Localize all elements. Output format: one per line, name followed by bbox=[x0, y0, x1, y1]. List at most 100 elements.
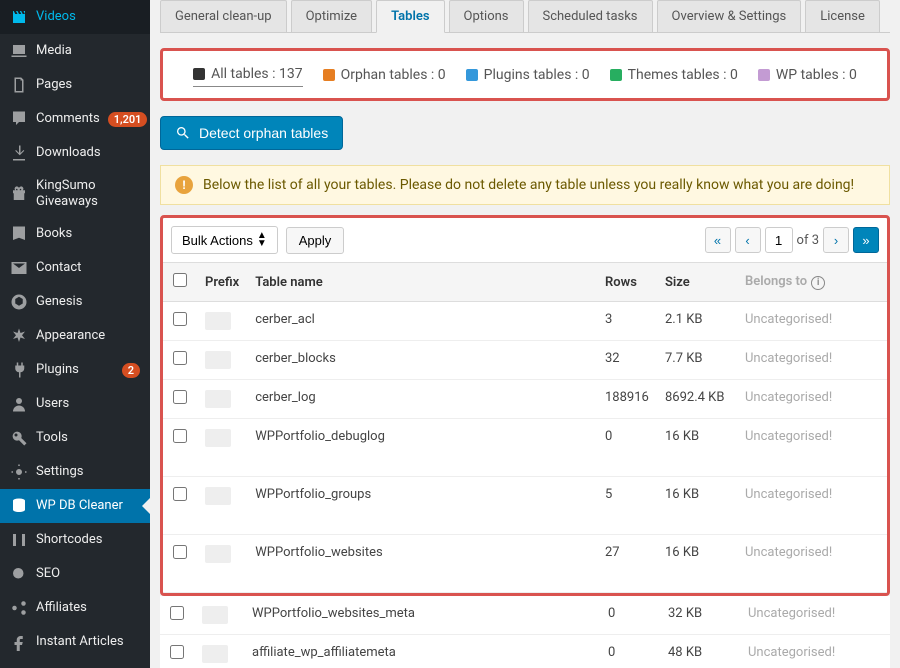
tab-license[interactable]: License bbox=[805, 0, 880, 32]
sidebar-item-label: Instant Articles bbox=[36, 634, 140, 650]
cell-belongs: Uncategorised! bbox=[740, 635, 890, 668]
info-icon[interactable]: i bbox=[811, 276, 825, 290]
select-all-checkbox[interactable] bbox=[173, 273, 187, 287]
table-row: cerber_log1889168692.4 KBUncategorised! bbox=[163, 380, 887, 419]
cell-belongs: Uncategorised! bbox=[737, 302, 887, 341]
cell-size: 16 KB bbox=[657, 477, 737, 535]
header-belongs[interactable]: Belongs toi bbox=[737, 263, 887, 302]
table-row: cerber_acl32.1 KBUncategorised! bbox=[163, 302, 887, 341]
cell-rows: 0 bbox=[597, 419, 657, 477]
count-badge: 2 bbox=[122, 363, 140, 378]
sidebar-item-contact[interactable]: Contact bbox=[0, 251, 150, 285]
sidebar-item-instant-articles[interactable]: Instant Articles bbox=[0, 625, 150, 659]
cell-name: cerber_acl bbox=[247, 302, 597, 341]
bulk-actions-select[interactable]: Bulk Actions ▲▼ bbox=[171, 226, 278, 254]
pager-page-input[interactable] bbox=[765, 227, 793, 253]
cell-name: WPPortfolio_websites_meta bbox=[244, 596, 600, 635]
pager-prev[interactable]: ‹ bbox=[735, 227, 761, 253]
row-checkbox[interactable] bbox=[170, 645, 184, 659]
media-icon bbox=[10, 42, 28, 60]
tab-overview-settings[interactable]: Overview & Settings bbox=[657, 0, 802, 32]
prefix-masked bbox=[205, 487, 231, 505]
seo-icon bbox=[10, 565, 28, 583]
search-icon bbox=[175, 125, 191, 141]
filter-wp-tables[interactable]: WP tables : 0 bbox=[758, 66, 857, 83]
row-checkbox[interactable] bbox=[173, 390, 187, 404]
pager-first[interactable]: « bbox=[705, 227, 731, 253]
tab-optimize[interactable]: Optimize bbox=[291, 0, 372, 32]
table-toolbar: Bulk Actions ▲▼ Apply « ‹ of 3 › » bbox=[163, 218, 887, 263]
tab-tables[interactable]: Tables bbox=[376, 0, 444, 33]
filter-themes-tables[interactable]: Themes tables : 0 bbox=[610, 66, 738, 83]
tab-options[interactable]: Options bbox=[449, 0, 524, 32]
header-size[interactable]: Size bbox=[657, 263, 737, 302]
cell-size: 2.1 KB bbox=[657, 302, 737, 341]
sidebar-item-seo-friendly-images[interactable]: SEO Friendly Images bbox=[0, 659, 150, 668]
shortcode-icon bbox=[10, 531, 28, 549]
users-icon bbox=[10, 395, 28, 413]
pager-last[interactable]: » bbox=[853, 227, 879, 253]
cell-rows: 3 bbox=[597, 302, 657, 341]
book-icon bbox=[10, 225, 28, 243]
sidebar-item-downloads[interactable]: Downloads bbox=[0, 136, 150, 170]
sidebar-item-appearance[interactable]: Appearance bbox=[0, 319, 150, 353]
prefix-masked bbox=[205, 390, 231, 408]
filter-orphan-tables[interactable]: Orphan tables : 0 bbox=[323, 66, 446, 83]
filter-box: All tables : 137 Orphan tables : 0 Plugins… bbox=[160, 48, 890, 101]
row-checkbox[interactable] bbox=[173, 351, 187, 365]
sidebar-item-plugins[interactable]: Plugins2 bbox=[0, 353, 150, 387]
cell-size: 16 KB bbox=[657, 535, 737, 593]
cell-rows: 0 bbox=[600, 635, 660, 668]
sidebar-item-books[interactable]: Books bbox=[0, 217, 150, 251]
color-swatch bbox=[466, 69, 478, 81]
row-checkbox[interactable] bbox=[173, 487, 187, 501]
video-icon bbox=[10, 8, 28, 26]
sidebar-item-seo[interactable]: SEO bbox=[0, 557, 150, 591]
warning-banner: ! Below the list of all your tables. Ple… bbox=[160, 165, 890, 205]
color-swatch bbox=[323, 69, 335, 81]
filter-plugins-tables[interactable]: Plugins tables : 0 bbox=[466, 66, 590, 83]
tabs: General clean-upOptimizeTablesOptionsSch… bbox=[160, 0, 890, 33]
sidebar-item-label: Downloads bbox=[36, 145, 140, 161]
cell-belongs: Uncategorised! bbox=[737, 477, 887, 535]
sidebar-item-tools[interactable]: Tools bbox=[0, 421, 150, 455]
extra-rows: WPPortfolio_websites_meta032 KBUncategor… bbox=[160, 596, 890, 668]
table-row: WPPortfolio_debuglog016 KBUncategorised! bbox=[163, 419, 887, 477]
sidebar-item-media[interactable]: Media bbox=[0, 34, 150, 68]
cell-rows: 32 bbox=[597, 341, 657, 380]
cell-name: WPPortfolio_debuglog bbox=[247, 419, 597, 477]
mail-icon bbox=[10, 259, 28, 277]
row-checkbox[interactable] bbox=[170, 606, 184, 620]
tab-general-clean-up[interactable]: General clean-up bbox=[160, 0, 287, 32]
sidebar-item-label: Media bbox=[36, 43, 140, 59]
sidebar-item-label: Contact bbox=[36, 260, 140, 276]
filter-all-tables[interactable]: All tables : 137 bbox=[193, 66, 302, 87]
header-rows[interactable]: Rows bbox=[597, 263, 657, 302]
tab-scheduled-tasks[interactable]: Scheduled tasks bbox=[528, 0, 653, 32]
header-name[interactable]: Table name bbox=[247, 263, 597, 302]
row-checkbox[interactable] bbox=[173, 545, 187, 559]
gift-icon bbox=[10, 185, 28, 203]
sidebar-item-users[interactable]: Users bbox=[0, 387, 150, 421]
prefix-masked bbox=[205, 429, 231, 447]
sidebar-item-kingsumo-giveaways[interactable]: KingSumo Giveaways bbox=[0, 170, 150, 217]
sidebar-item-label: WP DB Cleaner bbox=[36, 498, 140, 514]
sidebar-item-wp-db-cleaner[interactable]: WP DB Cleaner bbox=[0, 489, 150, 523]
row-checkbox[interactable] bbox=[173, 312, 187, 326]
sidebar-item-genesis[interactable]: Genesis bbox=[0, 285, 150, 319]
sidebar-item-videos[interactable]: Videos bbox=[0, 0, 150, 34]
sidebar-item-affiliates[interactable]: Affiliates bbox=[0, 591, 150, 625]
detect-orphan-button[interactable]: Detect orphan tables bbox=[160, 116, 343, 150]
pager-next[interactable]: › bbox=[823, 227, 849, 253]
sidebar-item-pages[interactable]: Pages bbox=[0, 68, 150, 102]
genesis-icon bbox=[10, 293, 28, 311]
sidebar-item-label: Books bbox=[36, 226, 140, 242]
row-checkbox[interactable] bbox=[173, 429, 187, 443]
apply-button[interactable]: Apply bbox=[286, 227, 345, 254]
sidebar-item-shortcodes[interactable]: Shortcodes bbox=[0, 523, 150, 557]
page-icon bbox=[10, 76, 28, 94]
sidebar-item-settings[interactable]: Settings bbox=[0, 455, 150, 489]
sidebar-item-comments[interactable]: Comments1,201 bbox=[0, 102, 150, 136]
detect-orphan-label: Detect orphan tables bbox=[199, 125, 328, 141]
header-prefix[interactable]: Prefix bbox=[197, 263, 247, 302]
